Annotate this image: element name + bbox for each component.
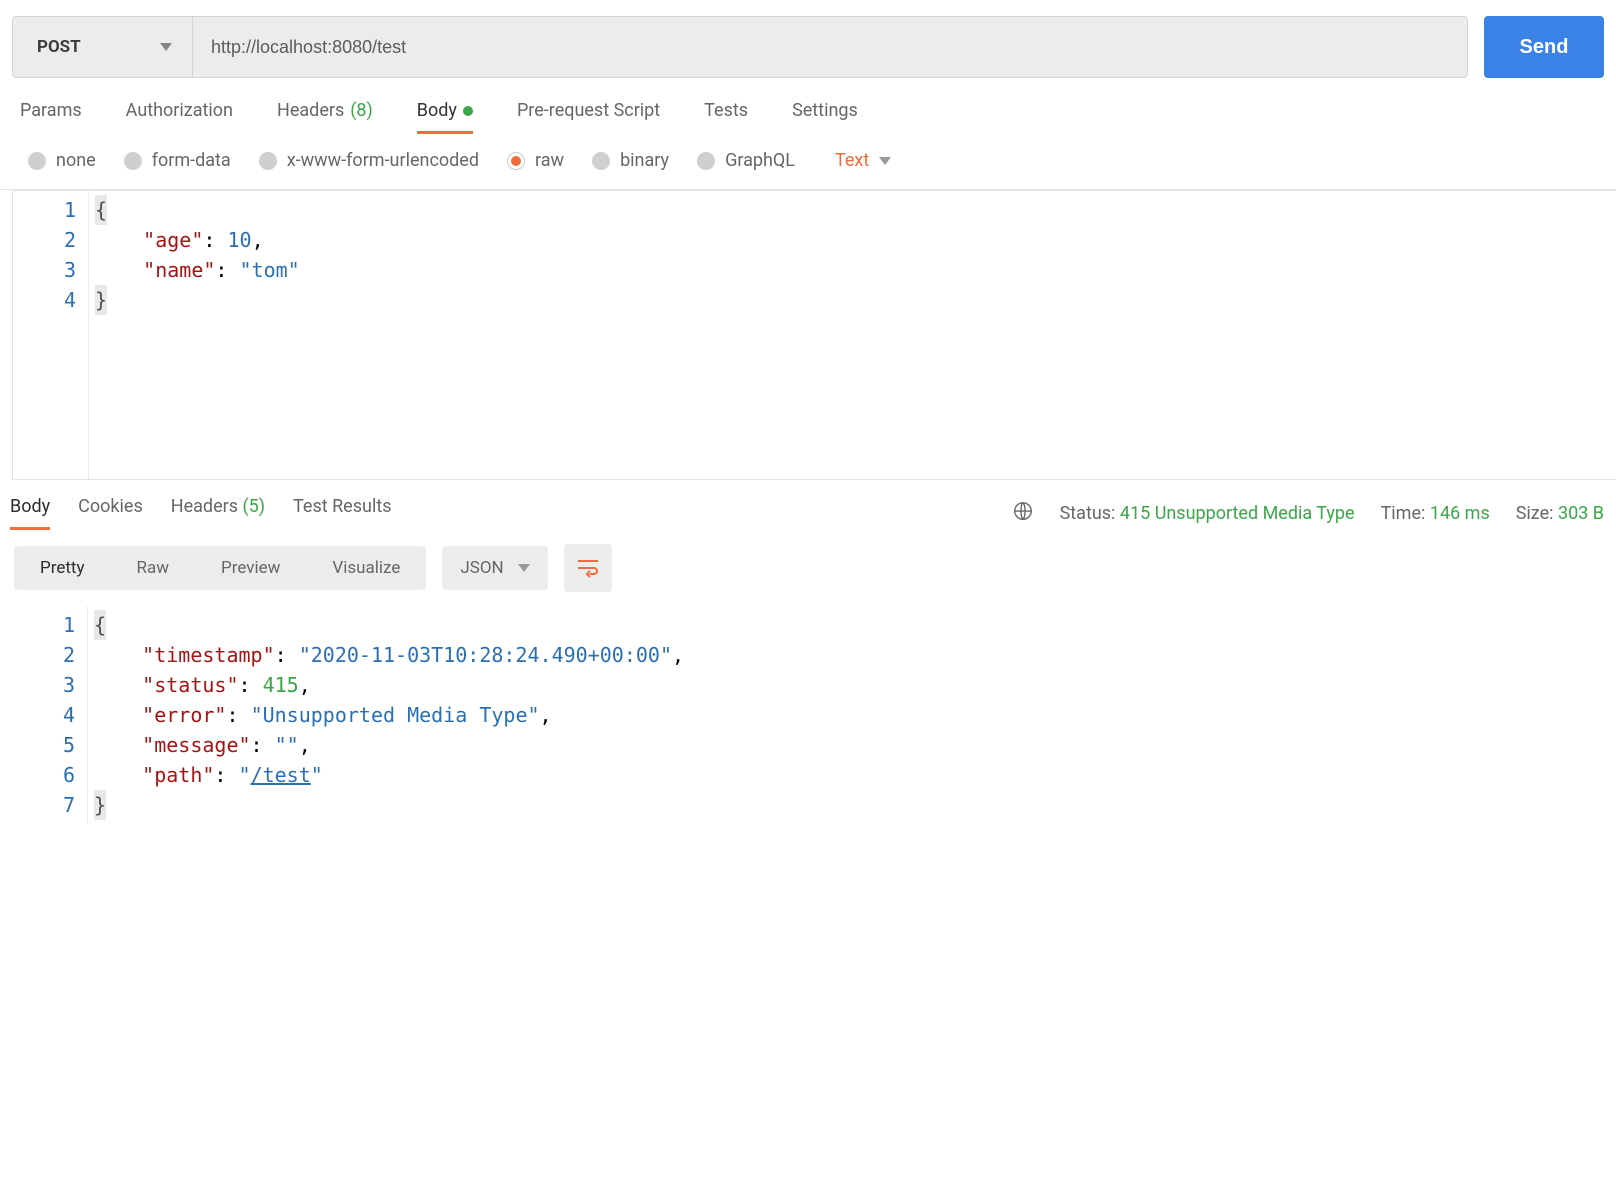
body-type-row: none form-data x-www-form-urlencoded raw…: [0, 134, 1616, 189]
line-gutter: 1 2 3 4 5 6 7: [12, 606, 88, 824]
response-tabs: Body Cookies Headers (5) Test Results: [10, 496, 392, 530]
tab-params[interactable]: Params: [20, 100, 82, 134]
line-wrap-icon: [576, 558, 600, 578]
resp-tab-headers[interactable]: Headers (5): [171, 496, 265, 530]
radio-icon: [28, 152, 46, 170]
url-input[interactable]: [193, 17, 1467, 77]
tab-authorization[interactable]: Authorization: [126, 100, 233, 134]
body-type-graphql[interactable]: GraphQL: [697, 150, 795, 171]
view-raw[interactable]: Raw: [111, 546, 196, 590]
body-type-raw[interactable]: raw: [507, 150, 564, 171]
method-dropdown[interactable]: POST: [13, 17, 193, 77]
code-area[interactable]: { "age": 10, "name": "tom" }: [89, 191, 1616, 479]
resp-tab-cookies[interactable]: Cookies: [78, 496, 143, 530]
request-body-editor[interactable]: 1 2 3 4 { "age": 10, "name": "tom" }: [12, 190, 1616, 480]
size-meta: Size: 303 B: [1516, 503, 1604, 524]
chevron-down-icon: [879, 157, 891, 165]
tab-headers-count: (8): [350, 100, 373, 121]
radio-icon: [592, 152, 610, 170]
body-type-urlencoded[interactable]: x-www-form-urlencoded: [259, 150, 479, 171]
view-mode-buttons: Pretty Raw Preview Visualize: [14, 546, 426, 590]
tab-prerequest[interactable]: Pre-request Script: [517, 100, 660, 134]
method-url-group: POST: [12, 16, 1468, 78]
tab-headers-label: Headers: [277, 100, 344, 121]
response-toolbar: Pretty Raw Preview Visualize JSON: [0, 530, 1616, 606]
resp-tab-body[interactable]: Body: [10, 496, 50, 530]
view-preview[interactable]: Preview: [195, 546, 306, 590]
tab-body[interactable]: Body: [417, 100, 473, 134]
response-body-editor[interactable]: 1 2 3 4 5 6 7 { "timestamp": "2020-11-03…: [12, 606, 1616, 824]
response-lang-dropdown[interactable]: JSON: [442, 546, 547, 590]
send-button[interactable]: Send: [1484, 16, 1604, 78]
chevron-down-icon: [160, 43, 172, 51]
view-pretty[interactable]: Pretty: [14, 546, 111, 590]
tab-headers[interactable]: Headers (8): [277, 100, 373, 134]
status-meta: Status: 415 Unsupported Media Type: [1060, 503, 1355, 524]
response-meta: Status: 415 Unsupported Media Type Time:…: [1012, 500, 1604, 527]
unsaved-dot-icon: [463, 106, 473, 116]
tab-body-label: Body: [417, 100, 457, 121]
code-area[interactable]: { "timestamp": "2020-11-03T10:28:24.490+…: [88, 606, 1616, 824]
method-label: POST: [37, 37, 81, 57]
radio-icon: [124, 152, 142, 170]
radio-selected-icon: [507, 152, 525, 170]
time-meta: Time: 146 ms: [1381, 503, 1490, 524]
body-format-dropdown[interactable]: Text: [835, 150, 891, 171]
tab-tests[interactable]: Tests: [704, 100, 748, 134]
response-header: Body Cookies Headers (5) Test Results St…: [0, 480, 1616, 530]
body-type-binary[interactable]: binary: [592, 150, 669, 171]
line-gutter: 1 2 3 4: [13, 191, 89, 479]
radio-icon: [697, 152, 715, 170]
request-tabs: Params Authorization Headers (8) Body Pr…: [0, 78, 1616, 134]
view-visualize[interactable]: Visualize: [306, 546, 426, 590]
chevron-down-icon: [518, 564, 530, 572]
line-wrap-button[interactable]: [564, 544, 612, 592]
resp-tab-test-results[interactable]: Test Results: [293, 496, 391, 530]
tab-settings[interactable]: Settings: [792, 100, 858, 134]
body-type-formdata[interactable]: form-data: [124, 150, 231, 171]
radio-icon: [259, 152, 277, 170]
body-type-none[interactable]: none: [28, 150, 96, 171]
globe-icon[interactable]: [1012, 500, 1034, 527]
